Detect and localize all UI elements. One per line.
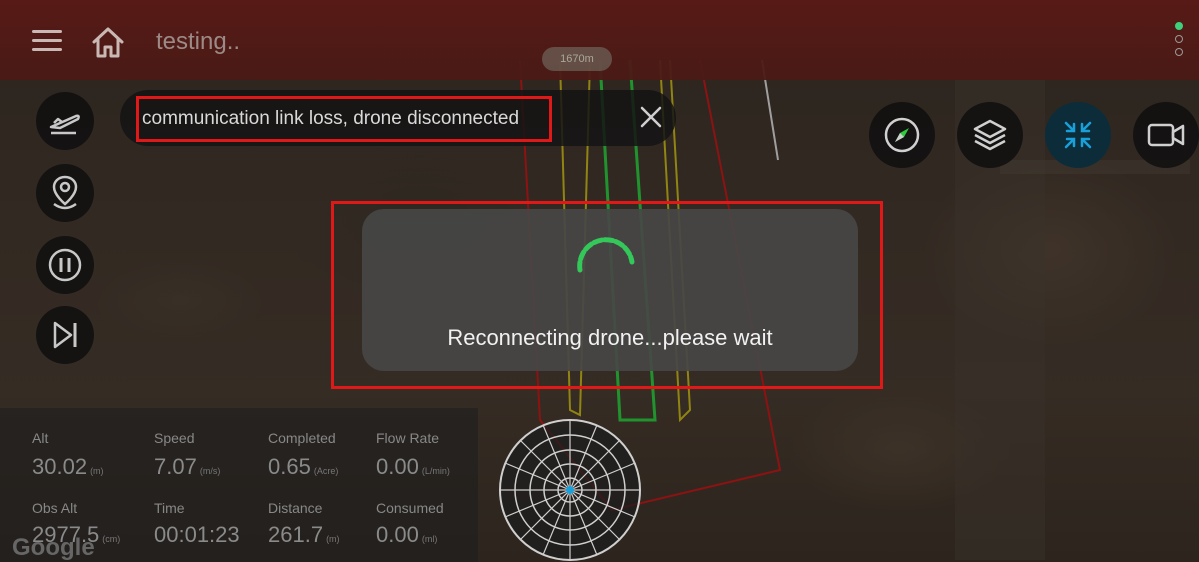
location-button[interactable] (36, 164, 94, 222)
collapse-icon (1064, 121, 1092, 149)
speed-value: 7.07 (m/s) (154, 454, 221, 479)
time-label: Time (154, 500, 185, 516)
alt-value: 30.02 (m) (32, 454, 104, 479)
distance-label: Distance (268, 500, 323, 516)
compass-button[interactable] (869, 102, 935, 168)
obs-alt-label: Obs Alt (32, 500, 78, 516)
pause-icon (48, 248, 82, 282)
consumed-value: 0.00 (ml) (376, 522, 438, 547)
alt-label: Alt (32, 430, 49, 446)
page-title: testing.. (156, 28, 241, 55)
completed-value: 0.65 (Acre) (268, 454, 339, 479)
completed-label: Completed (268, 430, 336, 446)
collapse-button[interactable] (1045, 102, 1111, 168)
video-camera-icon (1147, 123, 1185, 147)
takeoff-button[interactable] (36, 92, 94, 150)
layers-button[interactable] (957, 102, 1023, 168)
menu-icon[interactable] (32, 30, 62, 52)
speed-label: Speed (154, 430, 195, 446)
pause-button[interactable] (36, 236, 94, 294)
flow-rate-value: 0.00 (L/min) (376, 454, 450, 479)
layers-icon (973, 119, 1007, 151)
distance-value: 261.7 (m) (268, 522, 340, 547)
more-vertical-icon[interactable] (1172, 22, 1186, 66)
takeoff-icon (49, 114, 80, 135)
radar-icon (499, 419, 641, 561)
skip-button[interactable] (36, 306, 94, 364)
location-pin-icon (52, 175, 78, 210)
drone-map-screen: testing.. 1670m communication link loss,… (0, 0, 1199, 562)
map-attribution: Google (12, 534, 95, 561)
consumed-label: Consumed (376, 500, 444, 516)
alert-highlight-box (136, 96, 552, 142)
scale-badge: 1670m (542, 47, 612, 71)
flow-rate-label: Flow Rate (376, 430, 440, 446)
camera-button[interactable] (1133, 102, 1199, 168)
time-value: 00:01:23 (154, 522, 240, 547)
dialog-highlight-box (331, 201, 883, 389)
home-icon[interactable] (88, 22, 128, 62)
skip-next-icon (53, 321, 77, 349)
compass-icon (884, 117, 920, 153)
close-icon[interactable] (638, 104, 664, 130)
